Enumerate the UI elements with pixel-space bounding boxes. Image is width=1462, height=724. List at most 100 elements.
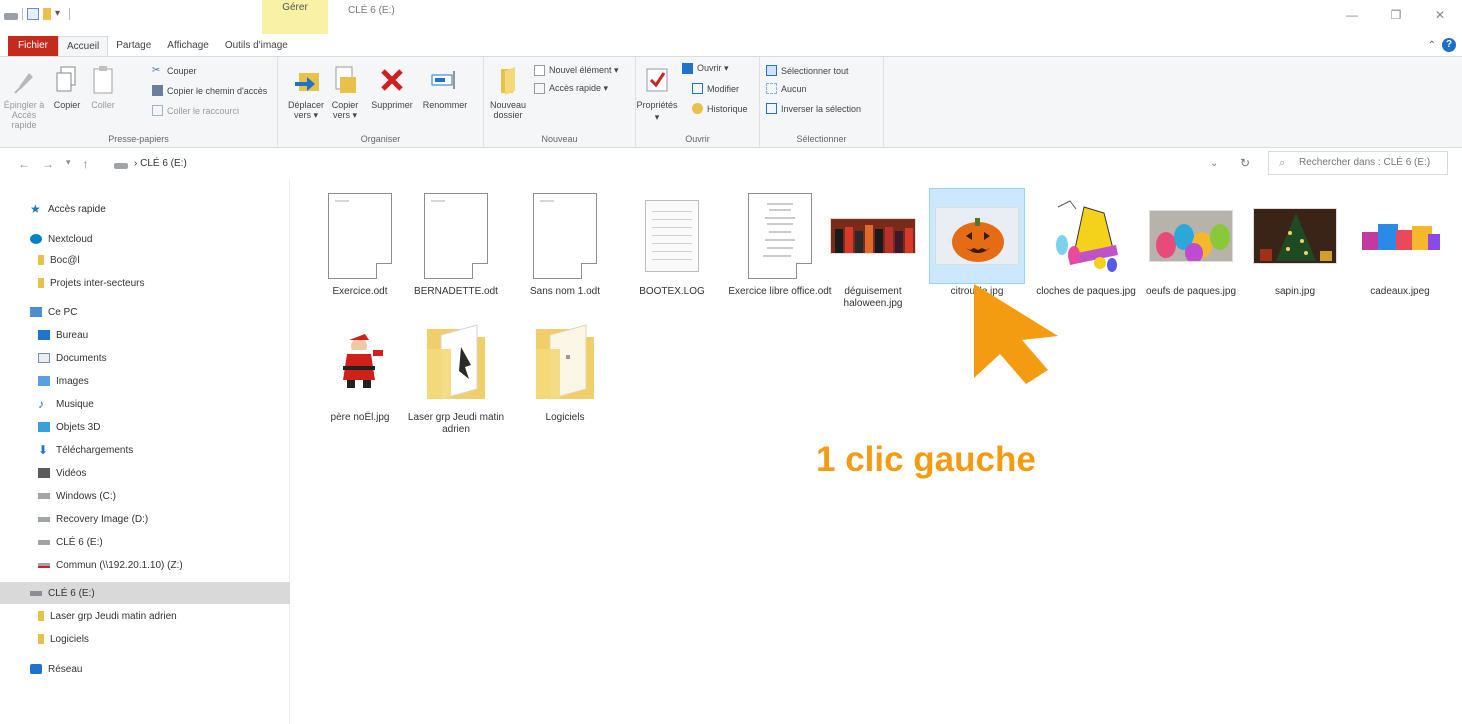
clipboard-icon: [88, 63, 118, 97]
drive-icon: [38, 516, 50, 522]
cut-button[interactable]: ✂ Couper: [152, 65, 197, 76]
history-button[interactable]: Historique: [692, 103, 748, 114]
pc-icon: [30, 307, 42, 317]
properties-quick-icon[interactable]: [27, 8, 39, 20]
delete-button[interactable]: Supprimer: [368, 63, 416, 110]
path-icon: [152, 85, 163, 96]
new-folder-button[interactable]: Nouveau dossier: [488, 63, 528, 120]
properties-icon: [642, 63, 672, 97]
nav-item-reseau[interactable]: Réseau: [30, 658, 82, 680]
organize-group-label: Organiser: [360, 134, 401, 144]
minimize-button[interactable]: —: [1330, 0, 1374, 30]
tab-home[interactable]: Accueil: [58, 36, 109, 56]
copy-icon: [52, 63, 82, 97]
image-thumbnail: [825, 188, 921, 284]
nav-item-cle6-e[interactable]: CLÉ 6 (E:): [38, 531, 103, 553]
nav-item-bureau[interactable]: Bureau: [38, 324, 88, 346]
nav-item-laser-folder[interactable]: Laser grp Jeudi matin adrien: [38, 605, 177, 627]
usb-drive-icon: [38, 539, 50, 545]
document-icon: [312, 188, 408, 284]
clipboard-group: Épingler à Accès rapide Copier Coller ✂ …: [0, 57, 278, 147]
objects3d-icon: [38, 422, 50, 432]
delete-icon: [377, 63, 407, 97]
recent-locations-icon[interactable]: ▾: [66, 157, 71, 171]
network-icon: [30, 664, 42, 674]
image-thumbnail: [1143, 188, 1239, 284]
new-group-label: Nouveau: [541, 134, 578, 144]
invert-selection-button[interactable]: Inverser la sélection: [766, 103, 861, 114]
quick-access-toolbar: ▾: [4, 8, 70, 20]
nav-item-musique[interactable]: ♪ Musique: [38, 393, 94, 415]
customize-quick-access-icon[interactable]: ▾: [55, 8, 65, 20]
nav-item-documents[interactable]: Documents: [38, 347, 107, 369]
nav-item-projets[interactable]: Projets inter-secteurs: [38, 272, 144, 294]
folder-icon: [517, 314, 613, 410]
select-none-button[interactable]: Aucun: [766, 83, 807, 94]
rename-button[interactable]: Renommer: [420, 63, 470, 110]
context-tab-group-label: Gérer: [282, 2, 308, 13]
nav-item-commun-z[interactable]: Commun (\\192.20.1.10) (Z:): [38, 554, 183, 576]
address-bar[interactable]: › CLÉ 6 (E:): [134, 158, 187, 169]
tab-view[interactable]: Affichage: [159, 36, 217, 56]
clipboard-group-label: Presse-papiers: [108, 134, 169, 144]
nav-item-windows-c[interactable]: Windows (C:): [38, 485, 116, 507]
back-arrow-icon[interactable]: ←: [18, 157, 30, 171]
refresh-icon[interactable]: ↻: [1240, 156, 1250, 170]
maximize-button[interactable]: ❐: [1374, 0, 1418, 30]
desktop-icon: [38, 330, 50, 340]
move-to-button[interactable]: Déplacer vers ▾: [286, 63, 326, 120]
copy-to-button[interactable]: Copier vers ▾: [328, 63, 362, 120]
collapse-ribbon-icon[interactable]: ⌃: [1428, 40, 1436, 51]
paste-button[interactable]: Coller: [86, 63, 120, 110]
new-folder-quick-icon[interactable]: [43, 8, 51, 20]
copy-button[interactable]: Copier: [50, 63, 84, 110]
help-icon[interactable]: ?: [1442, 38, 1456, 52]
images-icon: [38, 376, 50, 386]
pin-quick-access-button[interactable]: Épingler à Accès rapide: [4, 63, 44, 130]
usb-drive-icon: [30, 590, 42, 596]
select-all-button[interactable]: Sélectionner tout: [766, 65, 849, 76]
text-file-icon: [624, 188, 720, 284]
nav-item-logiciels[interactable]: Logiciels: [38, 628, 89, 650]
nav-item-nextcloud[interactable]: Nextcloud: [30, 228, 92, 250]
tab-file[interactable]: Fichier: [8, 36, 59, 56]
close-button[interactable]: ✕: [1418, 0, 1462, 30]
drive-icon: [114, 163, 128, 169]
select-none-icon: [766, 83, 777, 94]
open-button[interactable]: Ouvrir ▾: [682, 63, 729, 74]
nav-item-telechargements[interactable]: ⬇ Téléchargements: [38, 439, 133, 461]
select-all-icon: [766, 65, 777, 76]
copy-path-button[interactable]: Copier le chemin d'accès: [152, 85, 267, 96]
nav-item-images[interactable]: Images: [38, 370, 89, 392]
title-bar: ▾ Gérer CLÉ 6 (E:) — ❐ ✕: [0, 0, 1462, 34]
nav-item-objets-3d[interactable]: Objets 3D: [38, 416, 100, 438]
drive-icon: [4, 12, 18, 20]
tab-share[interactable]: Partage: [108, 36, 159, 56]
nav-item-bocal[interactable]: Boc@l: [38, 249, 80, 271]
up-arrow-icon[interactable]: ↑: [83, 157, 89, 171]
paste-shortcut-icon: [152, 105, 163, 116]
tab-image-tools[interactable]: Outils d'image: [217, 36, 296, 56]
address-history-icon[interactable]: ⌄: [1210, 158, 1218, 169]
easy-access-button[interactable]: Accès rapide ▾: [534, 83, 608, 94]
search-input[interactable]: ⌕ Rechercher dans : CLÉ 6 (E:): [1268, 151, 1448, 175]
nav-item-recovery-d[interactable]: Recovery Image (D:): [38, 508, 148, 530]
folder-icon: [38, 634, 44, 644]
nav-item-cle6-root[interactable]: CLÉ 6 (E:): [30, 582, 95, 604]
nav-item-videos[interactable]: Vidéos: [38, 462, 86, 484]
invert-selection-icon: [766, 103, 777, 114]
new-item-button[interactable]: Nouvel élément ▾: [534, 65, 619, 76]
new-group: Nouveau dossier Nouvel élément ▾ Accès r…: [484, 57, 636, 147]
nav-item-this-pc[interactable]: Ce PC: [30, 301, 77, 323]
properties-button[interactable]: Propriétés ▾: [636, 63, 678, 122]
ribbon-tabs: Fichier Accueil Partage Affichage Outils…: [0, 34, 1462, 56]
forward-arrow-icon[interactable]: →: [42, 157, 54, 171]
instruction-label: 1 clic gauche: [816, 440, 1036, 479]
folder-icon: [38, 255, 44, 265]
paste-shortcut-button[interactable]: Coller le raccourci: [152, 105, 239, 116]
documents-icon: [38, 353, 50, 363]
folder-icon: [408, 314, 504, 410]
search-icon: ⌕: [1279, 157, 1286, 169]
edit-button[interactable]: Modifier: [692, 83, 739, 94]
nav-item-quick-access[interactable]: ★ Accès rapide: [30, 198, 106, 220]
